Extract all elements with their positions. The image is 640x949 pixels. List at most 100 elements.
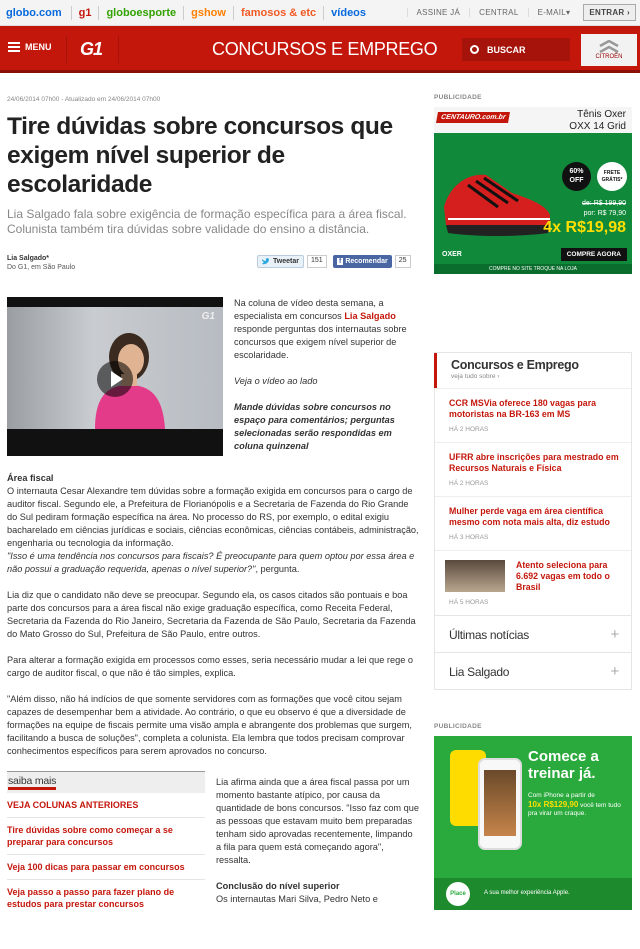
nav-link-g1[interactable]: g1	[75, 7, 96, 19]
subheading-area-fiscal: Área fiscal	[7, 473, 54, 483]
saiba-link[interactable]: VEJA COLUNAS ANTERIORES	[7, 793, 205, 818]
discount-badge: 60% OFF	[562, 162, 591, 191]
hamburger-icon	[8, 40, 20, 54]
topic-title[interactable]: Concursos e Emprego	[451, 358, 621, 372]
divider	[232, 5, 234, 20]
recommend-button[interactable]: f Recomendar	[333, 255, 392, 268]
email-link[interactable]: E-MAIL▾	[527, 8, 580, 17]
saiba-mais-box: saiba mais VEJA COLUNAS ANTERIORES Tire …	[7, 771, 205, 916]
video-intro: Na coluna de vídeo desta semana, a espec…	[234, 298, 407, 360]
saiba-link[interactable]: Veja passo a passo para fazer plano de e…	[7, 880, 205, 916]
topic-header: Concursos e Emprego veja tudo sobre ›	[434, 353, 631, 388]
video-hint: Veja o vídeo ao lado	[234, 376, 318, 386]
divider	[66, 36, 67, 63]
central-link[interactable]: CENTRAL	[469, 8, 527, 17]
ad-footer: Place A sua melhor experiência Apple.	[434, 878, 632, 910]
saiba-mais-title: saiba mais	[7, 772, 205, 793]
citroen-label: CITROËN	[595, 54, 623, 60]
article-title: Tire dúvidas sobre concursos que exigem …	[7, 113, 393, 198]
section-header: MENU G1 CONCURSOS E EMPREGO BUSCAR CITRO…	[0, 26, 640, 73]
menu-button[interactable]: MENU	[8, 40, 52, 54]
see-all-link[interactable]: veja tudo sobre ›	[451, 373, 621, 388]
place-logo: Place	[446, 882, 470, 906]
news-item[interactable]: Mulher perde vaga em área científica mes…	[435, 496, 631, 550]
ad-tagline: A sua melhor experiência Apple.	[484, 890, 570, 896]
video-player[interactable]: G1	[7, 297, 223, 456]
search-label: BUSCAR	[487, 44, 526, 55]
menu-label: MENU	[25, 42, 52, 52]
oxer-logo: OXER	[442, 251, 462, 258]
author-block: Lia Salgado* Do G1, em São Paulo Tweetar…	[7, 255, 419, 279]
paragraph: O internauta Cesar Alexandre tem dúvidas…	[7, 486, 419, 574]
video-description: Na coluna de vídeo desta semana, a espec…	[234, 297, 419, 466]
assine-link[interactable]: ASSINE JÁ	[406, 8, 470, 17]
buy-now-button[interactable]: COMPRE AGORA	[560, 248, 627, 261]
recommend-count: 25	[394, 255, 411, 268]
nav-link-globoesporte[interactable]: globoesporte	[102, 7, 180, 19]
subheading-conclusao: Conclusão do nível superior	[216, 881, 340, 891]
paragraph: Lia diz que o candidato não deve se preo…	[7, 590, 416, 639]
ad-label: PUBLICIDADE	[434, 723, 482, 730]
g1-watermark: G1	[201, 311, 215, 322]
news-thumbnail	[445, 560, 505, 592]
tweet-button[interactable]: Tweetar	[257, 255, 304, 268]
video-section: G1 Na coluna de vídeo desta semana, a es…	[7, 297, 419, 466]
divider	[183, 5, 185, 20]
article-subtitle: Lia Salgado fala sobre exigência de form…	[7, 207, 407, 236]
tweet-count: 151	[306, 255, 327, 268]
divider	[118, 36, 119, 63]
globo-logo[interactable]: globo.com	[0, 7, 68, 19]
ad-label: PUBLICIDADE	[434, 94, 482, 101]
twitter-icon	[262, 258, 271, 265]
ad-model: Tênis Oxer OXX 14 Grid	[569, 109, 626, 132]
saiba-link[interactable]: Tire dúvidas sobre como começar a se pre…	[7, 818, 205, 855]
facebook-icon: f	[337, 258, 344, 265]
centauro-ad[interactable]: CENTAURO.com.br Tênis Oxer OXX 14 Grid 60…	[434, 107, 632, 274]
news-item[interactable]: CCR MSVia oferece 180 vagas para motoris…	[435, 388, 631, 442]
play-icon[interactable]	[97, 361, 133, 397]
body-two-column: saiba mais VEJA COLUNAS ANTERIORES Tire …	[7, 771, 419, 916]
ad-price: de: R$ 199,90 por: R$ 79,90 4x R$19,98	[543, 200, 626, 236]
account-links: ASSINE JÁ CENTRAL E-MAIL▾ ENTRAR ›	[406, 0, 636, 25]
globo-top-bar: globo.com g1 globoesporte gshow famosos …	[0, 0, 640, 26]
sidebar: PUBLICIDADE CENTAURO.com.br Tênis Oxer OX…	[434, 94, 632, 910]
plus-icon: +	[610, 626, 620, 643]
facebook-share: f Recomendar 25	[333, 255, 411, 268]
article-date: 24/06/2014 07h00 - Atualizado em 24/06/2…	[7, 96, 161, 103]
paragraph: Lia afirma ainda que a área fiscal passa…	[216, 777, 419, 865]
nav-link-gshow[interactable]: gshow	[187, 7, 230, 19]
topic-box: Concursos e Emprego veja tudo sobre › CC…	[434, 352, 632, 690]
saiba-link[interactable]: Veja 100 dicas para passar em concursos	[7, 855, 205, 880]
news-item[interactable]: UFRR abre inscrições para mestrado em Re…	[435, 442, 631, 496]
ad-text: Com iPhone a partir de 10x R$129,90 você …	[528, 792, 621, 817]
search-button[interactable]: BUSCAR	[462, 38, 570, 61]
sneaker-image	[444, 174, 550, 236]
plus-icon: +	[610, 663, 620, 680]
nav-link-famosos[interactable]: famosos & etc	[237, 7, 320, 19]
paragraph: "Além disso, não há indícios de que some…	[7, 694, 412, 756]
article-body-continued: Lia afirma ainda que a área fiscal passa…	[216, 771, 419, 916]
g1-logo[interactable]: G1	[80, 39, 103, 60]
tweet-share: Tweetar 151	[257, 255, 327, 268]
citroen-chevron-icon	[599, 40, 619, 54]
news-item-with-image[interactable]: Atento seleciona para 6.692 vagas em tod…	[435, 550, 631, 615]
article-body: Área fiscal O internauta Cesar Alexandre…	[7, 472, 419, 758]
login-button[interactable]: ENTRAR ›	[583, 4, 636, 21]
lia-salgado-accordion[interactable]: Lia Salgado +	[435, 652, 631, 689]
centauro-logo: CENTAURO.com.br	[436, 112, 511, 123]
ad-headline: Comece a treinar já.	[528, 748, 599, 782]
nav-link-videos[interactable]: vídeos	[327, 7, 370, 19]
free-shipping-badge: FRETE GRÁTIS*	[597, 162, 627, 191]
divider	[323, 5, 325, 20]
divider	[70, 5, 72, 20]
iphone-ad[interactable]: Comece a treinar já. Com iPhone a partir…	[434, 736, 632, 910]
paragraph: Os internautas Mari Silva, Pedro Neto e	[216, 894, 378, 904]
section-title[interactable]: CONCURSOS E EMPREGO	[212, 39, 438, 60]
send-questions: Mande dúvidas sobre concursos no espaço …	[234, 402, 395, 451]
iphone-image	[478, 758, 522, 850]
latest-news-accordion[interactable]: Últimas notícias +	[435, 615, 631, 652]
paragraph: Para alterar a formação exigida em proce…	[7, 655, 413, 678]
ad-footer: COMPRE NO SITE TROQUE NA LOJA	[434, 264, 632, 274]
citroen-ad-logo[interactable]: CITROËN	[581, 34, 637, 66]
author-link[interactable]: Lia Salgado	[344, 311, 396, 321]
